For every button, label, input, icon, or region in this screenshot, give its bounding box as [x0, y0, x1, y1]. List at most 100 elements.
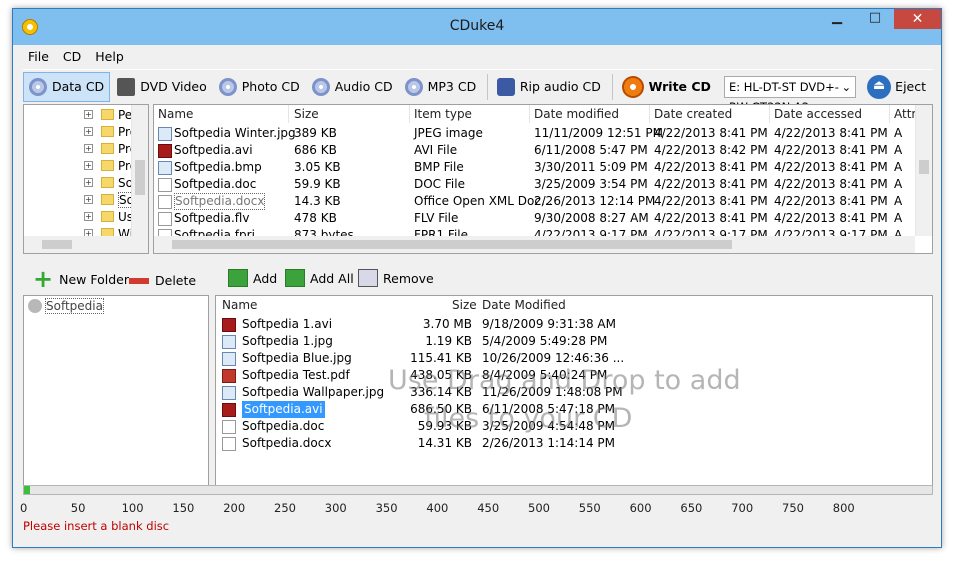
file-row[interactable]: Softpedia.flv 478 KB FLV File 9/30/2008 8:2…: [154, 210, 914, 227]
folder-tree[interactable]: + Per + Pro + Pro + Pro + Sof + Sof + Use + Wi: [23, 104, 149, 254]
capacity-track: [23, 485, 933, 495]
toolbar-separator: [611, 73, 613, 100]
scrollbar-thumb[interactable]: [172, 240, 732, 249]
title-bar: CDuke4 ▁ □ ✕: [13, 9, 941, 45]
menu-help[interactable]: Help: [88, 49, 131, 64]
cd-col-size-header[interactable]: Size: [452, 296, 477, 314]
scrollbar-thumb[interactable]: [135, 160, 145, 195]
add-all-button[interactable]: Add All: [285, 269, 354, 287]
cd-file-name: Softpedia 1.jpg: [242, 334, 333, 348]
col-accessed-header[interactable]: Date accessed: [770, 105, 890, 123]
col-size-header[interactable]: Size: [290, 105, 410, 123]
audio-cd-button[interactable]: Audio CD: [307, 72, 398, 102]
data-cd-button[interactable]: Data CD: [23, 71, 111, 102]
file-created: 4/22/2013 8:41 PM: [654, 211, 768, 225]
file-modified: 6/11/2008 5:47 PM: [534, 143, 648, 157]
audio-cd-label: Audio CD: [334, 79, 393, 94]
cd-col-date-header[interactable]: Date Modified: [482, 296, 566, 314]
capacity-tick-label: 650: [680, 501, 703, 515]
new-folder-button[interactable]: + New Folder: [33, 267, 129, 291]
file-size: 478 KB: [294, 211, 337, 225]
file-attr: A: [894, 160, 903, 174]
col-modified-header[interactable]: Date modified: [530, 105, 650, 123]
scrollbar-thumb[interactable]: [42, 240, 72, 249]
add-label: Add: [253, 270, 278, 286]
photo-cd-button[interactable]: Photo CD: [214, 72, 305, 102]
video-icon: [158, 144, 172, 158]
close-button[interactable]: ✕: [894, 9, 941, 29]
add-all-label: Add All: [310, 270, 354, 286]
drive-select[interactable]: E: HL-DT-ST DVD+-RW GT32N A2⌄: [723, 75, 857, 114]
file-row[interactable]: Softpedia Winter.jpg 389 KB JPEG image 11/1…: [154, 125, 914, 142]
menu-cd[interactable]: CD: [56, 49, 88, 64]
document-icon: [158, 195, 172, 209]
eject-button[interactable]: ⏏ Eject: [862, 72, 931, 102]
cd-file-name: Softpedia 1.avi: [242, 317, 333, 331]
tree-item[interactable]: + Pro: [84, 157, 137, 174]
document-icon: [222, 420, 236, 434]
cd-file-name: Softpedia Wallpaper.jpg: [242, 385, 385, 399]
image-icon: [222, 335, 236, 349]
expand-icon: +: [84, 178, 93, 187]
file-created: 4/22/2013 8:41 PM: [654, 194, 768, 208]
capacity-tick-label: 700: [731, 501, 754, 515]
maximize-button[interactable]: □: [861, 9, 889, 29]
pdf-icon: [222, 369, 236, 383]
browser-horizontal-scrollbar[interactable]: [154, 236, 915, 253]
expand-icon: +: [84, 212, 93, 221]
folder-icon: [101, 211, 114, 222]
folder-icon: [101, 177, 114, 188]
tree-item[interactable]: + Per: [84, 106, 137, 123]
cd-contents-list[interactable]: Name Size Date Modified Softpedia 1.avi 3…: [215, 295, 933, 487]
col-type-header[interactable]: Item type: [410, 105, 530, 123]
capacity-fill: [24, 486, 30, 494]
cd-file-name: Softpedia Blue.jpg: [242, 351, 352, 365]
col-created-header[interactable]: Date created: [650, 105, 770, 123]
delete-button[interactable]: Delete: [129, 273, 196, 288]
menu-file[interactable]: File: [21, 49, 56, 64]
image-icon: [158, 161, 172, 175]
cd-file-row[interactable]: Softpedia 1.jpg 1.19 KB 5/4/2009 5:49:28 P…: [216, 333, 916, 350]
mp3-cd-button[interactable]: MP3 CD: [400, 72, 482, 102]
file-attr: A: [894, 211, 903, 225]
minus-icon: [129, 277, 149, 284]
file-row[interactable]: Softpedia.avi 686 KB AVI File 6/11/2008 5:4…: [154, 142, 914, 159]
dvd-video-button[interactable]: DVD Video: [112, 72, 212, 102]
file-name: Softpedia.avi: [174, 143, 253, 157]
tree-item[interactable]: + Pro: [84, 123, 137, 140]
write-cd-button[interactable]: Write CD: [617, 72, 716, 102]
capacity-tick-label: 600: [629, 501, 652, 515]
file-accessed: 4/22/2013 8:41 PM: [774, 160, 888, 174]
cd-file-size: 1.19 KB: [425, 334, 472, 348]
scrollbar-thumb[interactable]: [919, 160, 929, 174]
file-created: 4/22/2013 8:41 PM: [654, 160, 768, 174]
tree-vertical-scrollbar[interactable]: [131, 105, 148, 236]
rip-audio-icon: [496, 77, 515, 96]
file-browser[interactable]: Name Size Item type Date modified Date c…: [153, 104, 933, 254]
file-row[interactable]: Softpedia.doc 59.9 KB DOC File 3/25/2009 3:…: [154, 176, 914, 193]
cd-root-label: Softpedia: [45, 298, 104, 314]
tree-item[interactable]: + Sof: [84, 174, 137, 191]
cd-col-name-header[interactable]: Name: [222, 296, 257, 314]
file-row[interactable]: Softpedia.docx 14.3 KB Office Open XML Doc…: [154, 193, 914, 210]
tree-horizontal-scrollbar[interactable]: [24, 236, 148, 253]
cd-file-row[interactable]: Softpedia 1.avi 3.70 MB 9/18/2009 9:31:38 …: [216, 316, 916, 333]
browser-vertical-scrollbar[interactable]: [915, 105, 932, 236]
file-name: Softpedia.doc: [174, 177, 257, 191]
cd-folder-tree[interactable]: Softpedia: [23, 295, 209, 487]
rip-audio-cd-button[interactable]: Rip audio CD: [492, 72, 606, 102]
file-size: 14.3 KB: [294, 194, 341, 208]
remove-button[interactable]: Remove: [358, 269, 434, 287]
film-icon: [117, 77, 136, 96]
col-name-header[interactable]: Name: [154, 105, 289, 123]
data-cd-label: Data CD: [52, 79, 105, 94]
document-icon: [158, 212, 172, 226]
file-row[interactable]: Softpedia.bmp 3.05 KB BMP File 3/30/2011 5:…: [154, 159, 914, 176]
image-icon: [222, 352, 236, 366]
file-type: AVI File: [414, 143, 458, 157]
tree-item[interactable]: + Pro: [84, 140, 137, 157]
minimize-button[interactable]: ▁: [823, 9, 851, 29]
write-cd-icon: [621, 75, 644, 98]
add-button[interactable]: Add: [228, 269, 277, 287]
cd-root-item[interactable]: Softpedia: [28, 298, 104, 314]
